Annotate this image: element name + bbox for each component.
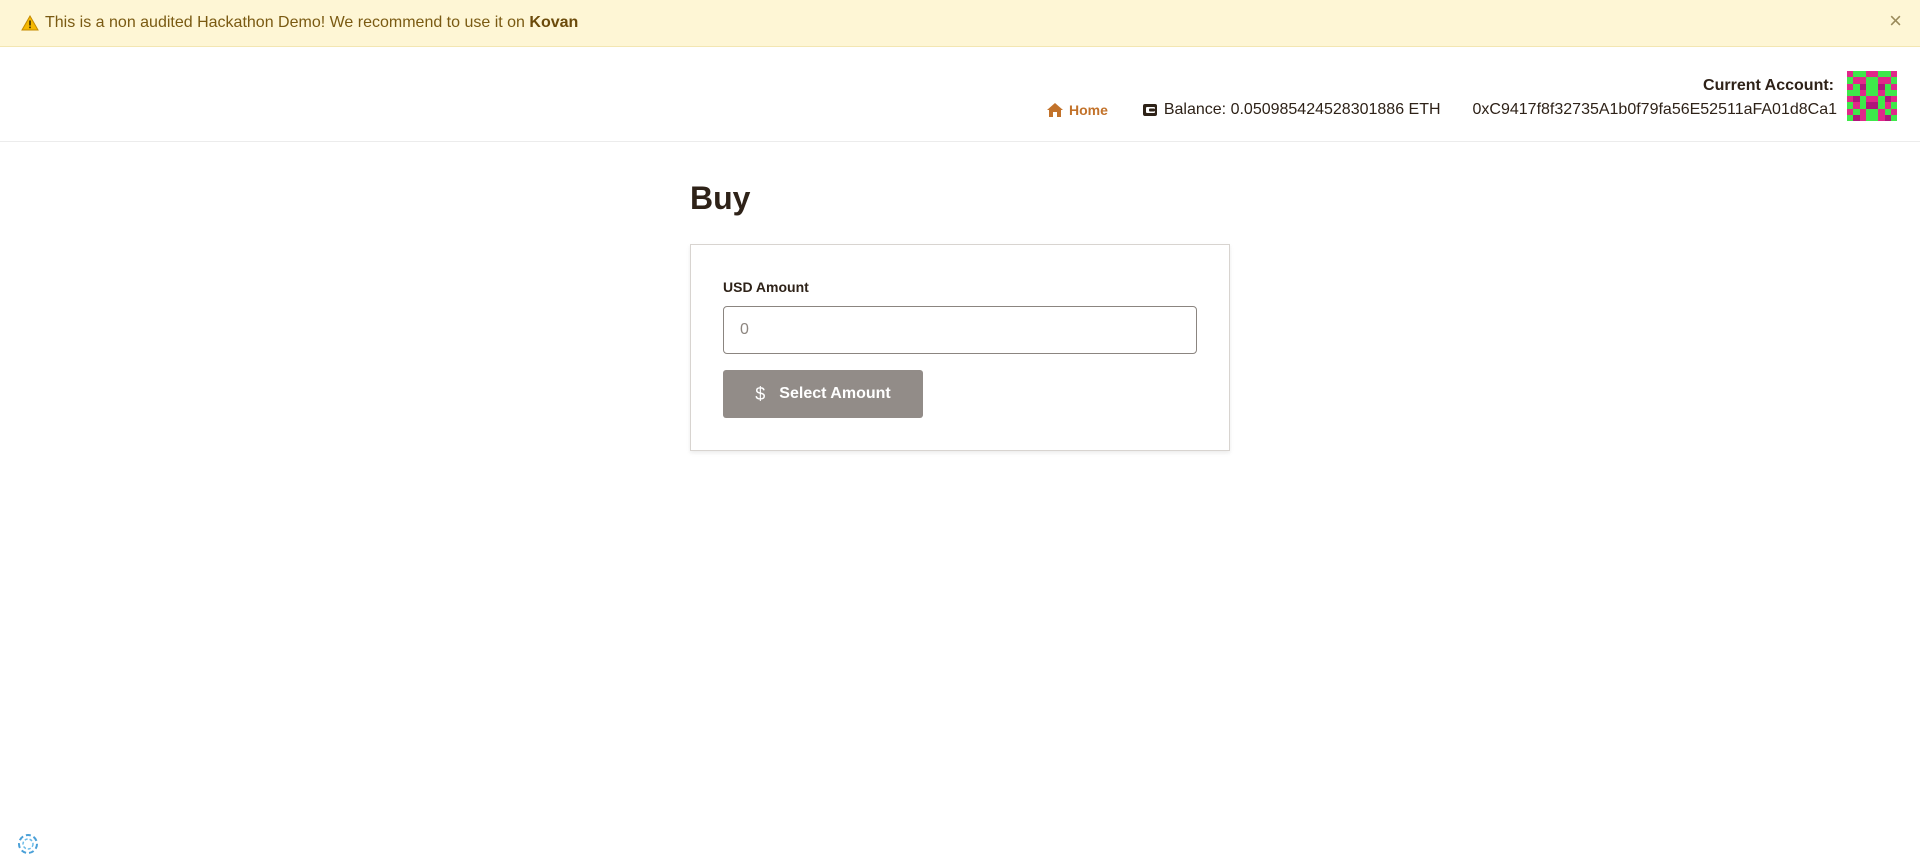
nav-home-link[interactable]: Home — [1046, 102, 1108, 118]
balance-text: Balance: 0.050985424528301886 ETH — [1163, 101, 1441, 118]
banner-text: This is a non audited Hackathon Demo! We… — [45, 14, 525, 31]
warning-banner: This is a non audited Hackathon Demo! We… — [0, 0, 1920, 47]
header-nav: Home Balance: 0.050985424528301886 ETH 0… — [1046, 101, 1837, 119]
buy-form-card: USD Amount $ Select Amount — [690, 244, 1230, 451]
balance-display: Balance: 0.050985424528301886 ETH — [1142, 101, 1441, 119]
page-title: Buy — [690, 180, 751, 216]
home-icon — [1046, 103, 1063, 117]
account-avatar — [1847, 71, 1897, 121]
select-amount-label: Select Amount — [779, 385, 891, 402]
loader-widget-icon[interactable] — [16, 832, 40, 856]
dollar-icon: $ — [755, 383, 766, 404]
app-header: Current Account: Home Balance: 0.0509854… — [0, 47, 1920, 142]
banner-network: Kovan — [529, 14, 579, 31]
avatar-cell — [1890, 114, 1897, 121]
usd-amount-label: USD Amount — [723, 279, 809, 295]
nav-home-label: Home — [1068, 102, 1108, 118]
current-account-label: Current Account: — [1703, 77, 1834, 94]
wallet-icon — [1142, 104, 1157, 116]
close-icon[interactable]: × — [1889, 10, 1902, 32]
usd-amount-input[interactable] — [723, 306, 1197, 354]
select-amount-button[interactable]: $ Select Amount — [723, 370, 923, 418]
account-address: 0xC9417f8f32735A1b0f79fa56E52511aFA01d8C… — [1472, 101, 1837, 118]
warning-icon — [21, 15, 39, 31]
